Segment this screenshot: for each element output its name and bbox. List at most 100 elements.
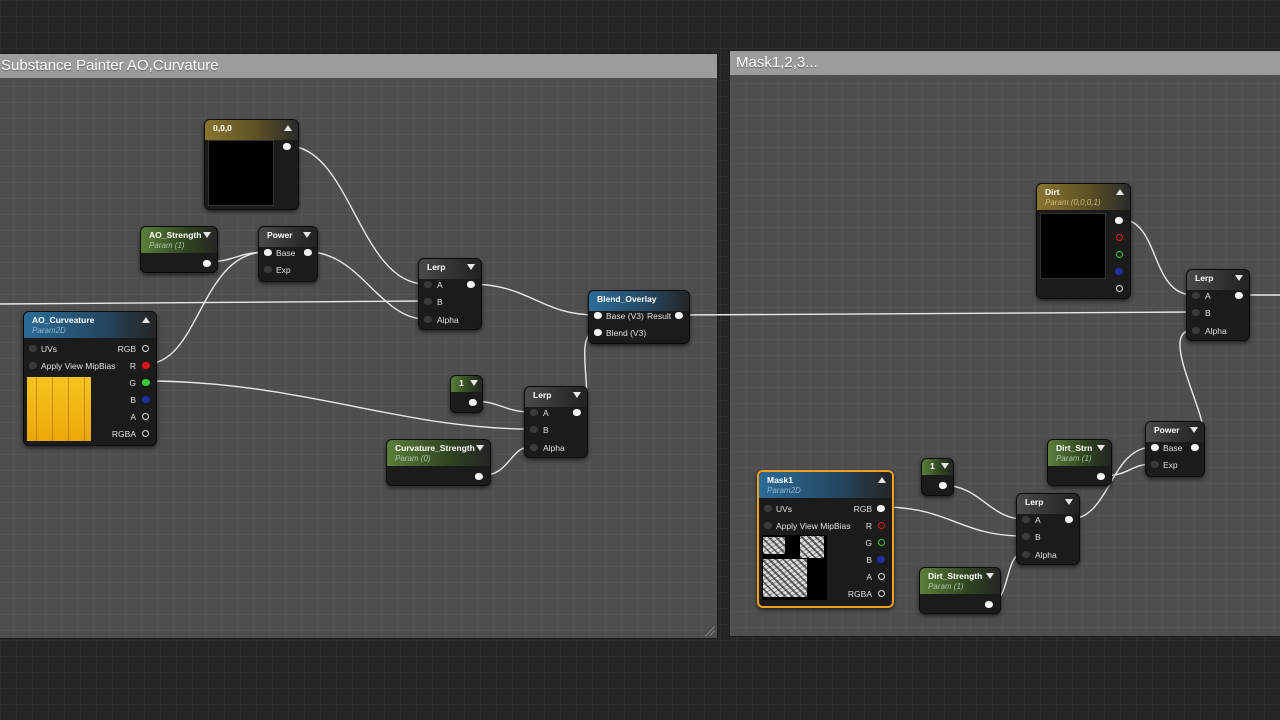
a-input-pin[interactable] bbox=[424, 281, 432, 288]
lerp-node[interactable]: Lerp A B Alpha bbox=[1186, 269, 1250, 341]
curvature-strength-param-node[interactable]: Curvature_Strength Param (0) bbox=[386, 439, 491, 486]
collapse-arrow-icon[interactable] bbox=[284, 125, 292, 131]
mipbias-input-pin[interactable] bbox=[764, 522, 772, 529]
node-header[interactable]: Power bbox=[259, 227, 317, 247]
power-node[interactable]: Power Base Exp bbox=[1145, 421, 1205, 477]
output-pin[interactable] bbox=[573, 409, 581, 416]
output-pin[interactable] bbox=[475, 473, 483, 480]
a-output-pin[interactable] bbox=[878, 573, 885, 580]
blend-overlay-node[interactable]: Blend_Overlay Base (V3) Result Blend (V3… bbox=[588, 290, 690, 344]
resize-grip[interactable] bbox=[705, 626, 715, 636]
g-output-pin[interactable] bbox=[1116, 251, 1123, 258]
node-header[interactable]: 1 bbox=[451, 376, 482, 392]
base-input-pin[interactable] bbox=[264, 249, 272, 256]
ao-curveature-texture-node[interactable]: AO_Curveature Param2D UVs Apply View Mip… bbox=[23, 311, 157, 446]
g-output-pin[interactable] bbox=[878, 539, 885, 546]
constant-color-node[interactable]: 0,0,0 bbox=[204, 119, 299, 210]
output-pin[interactable] bbox=[467, 281, 475, 288]
node-header[interactable]: Blend_Overlay bbox=[589, 291, 689, 311]
b-input-pin[interactable] bbox=[1192, 309, 1200, 316]
node-header[interactable]: AO_Strength Param (1) bbox=[141, 227, 217, 253]
node-header[interactable]: Power bbox=[1146, 422, 1204, 442]
b-input-pin[interactable] bbox=[424, 298, 432, 305]
ao-strength-param-node[interactable]: AO_Strength Param (1) bbox=[140, 226, 218, 273]
a-input-pin[interactable] bbox=[1022, 516, 1030, 523]
collapse-arrow-icon[interactable] bbox=[470, 380, 478, 386]
comment-title[interactable]: Mask1,2,3... bbox=[730, 51, 1280, 75]
b-output-pin[interactable] bbox=[877, 556, 885, 563]
collapse-arrow-icon[interactable] bbox=[878, 477, 886, 483]
lerp-node[interactable]: Lerp A B Alpha bbox=[1016, 493, 1080, 565]
dirt-strength-param-node[interactable]: Dirt_Strength Param (1) bbox=[919, 567, 1001, 614]
alpha-input-pin[interactable] bbox=[424, 316, 432, 323]
a-output-pin[interactable] bbox=[142, 413, 149, 420]
node-header[interactable]: Lerp bbox=[1187, 270, 1249, 290]
constant-one-node[interactable]: 1 bbox=[921, 458, 954, 496]
b-output-pin[interactable] bbox=[1115, 268, 1123, 275]
b-input-pin[interactable] bbox=[530, 426, 538, 433]
rgba-output-pin[interactable] bbox=[878, 590, 885, 597]
b-output-pin[interactable] bbox=[142, 396, 150, 403]
collapse-arrow-icon[interactable] bbox=[573, 392, 581, 398]
dirt-color-param-node[interactable]: Dirt Param (0,0,0,1) bbox=[1036, 183, 1131, 299]
lerp-node[interactable]: Lerp A B Alpha bbox=[418, 258, 482, 330]
g-output-pin[interactable] bbox=[142, 379, 150, 386]
dirt-strn-param-node[interactable]: Dirt_Strn Param (1) bbox=[1047, 439, 1112, 486]
a-input-pin[interactable] bbox=[1192, 292, 1200, 299]
uvs-input-pin[interactable] bbox=[764, 505, 772, 512]
alpha-input-pin[interactable] bbox=[530, 444, 538, 451]
alpha-input-pin[interactable] bbox=[1022, 551, 1030, 558]
exp-input-pin[interactable] bbox=[264, 266, 272, 273]
output-pin[interactable] bbox=[1191, 444, 1199, 451]
output-pin[interactable] bbox=[675, 312, 683, 319]
node-header[interactable]: Dirt_Strength Param (1) bbox=[920, 568, 1000, 594]
node-header[interactable]: Dirt Param (0,0,0,1) bbox=[1037, 184, 1130, 210]
output-pin[interactable] bbox=[283, 143, 291, 150]
collapse-arrow-icon[interactable] bbox=[1235, 275, 1243, 281]
base-input-pin[interactable] bbox=[594, 312, 602, 319]
exp-input-pin[interactable] bbox=[1151, 461, 1159, 468]
collapse-arrow-icon[interactable] bbox=[1097, 445, 1105, 451]
r-output-pin[interactable] bbox=[142, 362, 150, 369]
output-pin[interactable] bbox=[469, 399, 477, 406]
collapse-arrow-icon[interactable] bbox=[142, 317, 150, 323]
output-pin[interactable] bbox=[203, 260, 211, 267]
collapse-arrow-icon[interactable] bbox=[1065, 499, 1073, 505]
node-header[interactable]: Dirt_Strn Param (1) bbox=[1048, 440, 1111, 466]
comment-title[interactable]: Substance Painter AO,Curvature bbox=[0, 54, 717, 78]
rgb-output-pin[interactable] bbox=[142, 345, 149, 352]
r-output-pin[interactable] bbox=[878, 522, 885, 529]
r-output-pin[interactable] bbox=[1116, 234, 1123, 241]
output-pin[interactable] bbox=[939, 482, 947, 489]
blend-input-pin[interactable] bbox=[594, 329, 602, 336]
output-pin[interactable] bbox=[985, 601, 993, 608]
node-header[interactable]: Curvature_Strength Param (0) bbox=[387, 440, 490, 466]
b-input-pin[interactable] bbox=[1022, 533, 1030, 540]
collapse-arrow-icon[interactable] bbox=[1116, 189, 1124, 195]
lerp-node[interactable]: Lerp A B Alpha bbox=[524, 386, 588, 458]
rgb-output-pin[interactable] bbox=[1115, 217, 1123, 224]
rgb-output-pin[interactable] bbox=[877, 505, 885, 512]
output-pin[interactable] bbox=[1097, 473, 1105, 480]
collapse-arrow-icon[interactable] bbox=[303, 232, 311, 238]
alpha-input-pin[interactable] bbox=[1192, 327, 1200, 334]
node-header[interactable]: Lerp bbox=[525, 387, 587, 407]
node-header[interactable]: 1 bbox=[922, 459, 953, 475]
node-header[interactable]: AO_Curveature Param2D bbox=[24, 312, 156, 338]
constant-one-node[interactable]: 1 bbox=[450, 375, 483, 413]
collapse-arrow-icon[interactable] bbox=[476, 445, 484, 451]
mipbias-input-pin[interactable] bbox=[29, 362, 37, 369]
node-header[interactable]: 0,0,0 bbox=[205, 120, 298, 140]
collapse-arrow-icon[interactable] bbox=[467, 264, 475, 270]
a-output-pin[interactable] bbox=[1116, 285, 1123, 292]
collapse-arrow-icon[interactable] bbox=[941, 463, 949, 469]
a-input-pin[interactable] bbox=[530, 409, 538, 416]
collapse-arrow-icon[interactable] bbox=[1190, 427, 1198, 433]
collapse-arrow-icon[interactable] bbox=[203, 232, 211, 238]
base-input-pin[interactable] bbox=[1151, 444, 1159, 451]
node-header[interactable]: Mask1 Param2D bbox=[759, 472, 892, 498]
rgba-output-pin[interactable] bbox=[142, 430, 149, 437]
output-pin[interactable] bbox=[1235, 292, 1243, 299]
node-header[interactable]: Lerp bbox=[419, 259, 481, 279]
mask1-texture-node[interactable]: Mask1 Param2D UVs Apply View MipBias RGB… bbox=[757, 470, 894, 608]
